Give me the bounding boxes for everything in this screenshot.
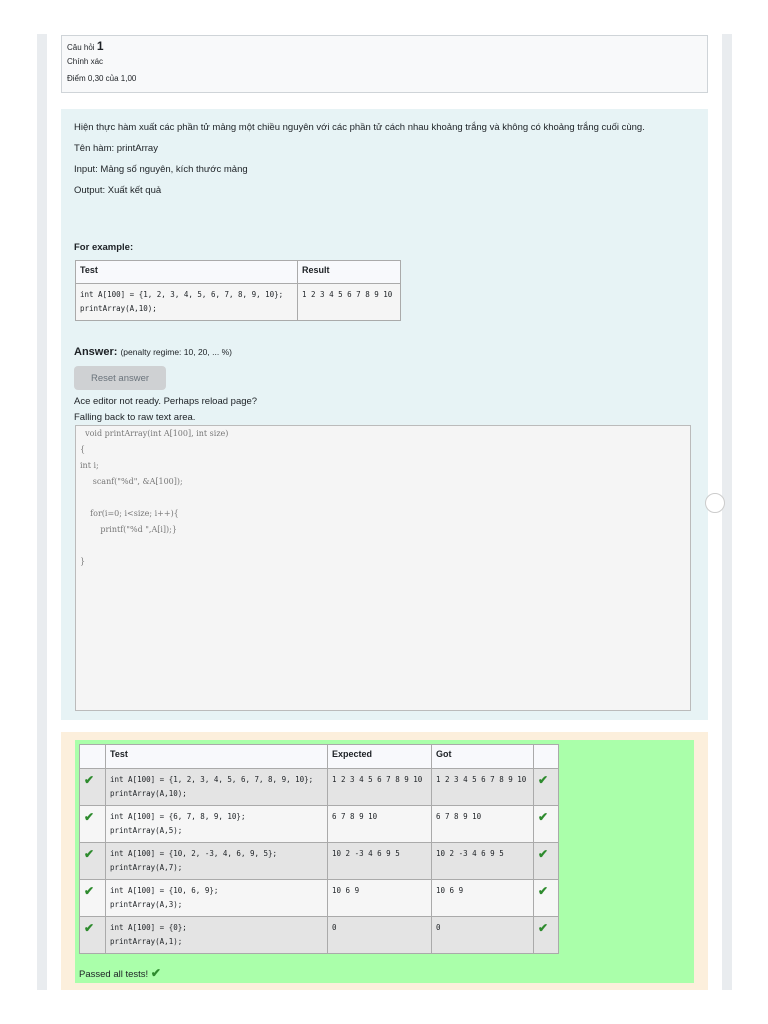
test-result-row: ✔ int A[100] = {10, 2, -3, 4, 6, 9, 5}; p…: [79, 842, 559, 880]
got-output: 0: [431, 916, 534, 954]
function-name: Tên hàm: printArray: [74, 143, 158, 154]
passed-message: Passed all tests! ✔: [79, 966, 161, 980]
header-status: [79, 744, 106, 769]
example-row: int A[100] = {1, 2, 3, 4, 5, 6, 7, 8, 9,…: [75, 283, 401, 321]
check-icon: ✔: [79, 805, 106, 843]
test-code: int A[100] = {10, 2, -3, 4, 6, 9, 5}; pr…: [105, 842, 328, 880]
ace-editor-message: Ace editor not ready. Perhaps reload pag…: [74, 396, 258, 407]
question-content: Hiện thực hàm xuất các phần tử mảng một …: [61, 109, 708, 720]
check-icon: ✔: [79, 916, 106, 954]
test-result-row: ✔ int A[100] = {6, 7, 8, 9, 10}; printArr…: [79, 805, 559, 843]
test-result-row: ✔ int A[100] = {10, 6, 9}; printArray(A,3…: [79, 879, 559, 917]
example-table: Test Result int A[100] = {1, 2, 3, 4, 5, …: [75, 260, 401, 321]
expected-output: 10 2 -3 4 6 9 5: [327, 842, 432, 880]
answer-code-textarea[interactable]: [75, 425, 691, 711]
question-info: Câu hỏi 1 Chính xác Điểm 0,30 của 1,00: [61, 35, 708, 93]
check-icon: ✔: [533, 842, 559, 880]
for-example-heading: For example:: [74, 242, 134, 253]
got-output: 10 6 9: [431, 879, 534, 917]
fallback-message: Falling back to raw text area.: [74, 412, 196, 423]
passed-text: Passed all tests!: [79, 969, 149, 980]
output-description: Output: Xuất kết quả: [74, 185, 162, 196]
check-icon: ✔: [533, 879, 559, 917]
header-test: Test: [105, 744, 328, 769]
got-output: 6 7 8 9 10: [431, 805, 534, 843]
expected-output: 0: [327, 916, 432, 954]
example-result: 1 2 3 4 5 6 7 8 9 10: [297, 283, 401, 321]
check-icon: ✔: [150, 966, 161, 980]
test-code: int A[100] = {0}; printArray(A,1);: [105, 916, 328, 954]
question-label: Câu hỏi: [67, 43, 95, 52]
scroll-handle[interactable]: [705, 493, 725, 513]
question-grade: Điểm 0,30 của 1,00: [67, 74, 137, 83]
expected-output: 1 2 3 4 5 6 7 8 9 10: [327, 768, 432, 806]
input-description: Input: Mảng số nguyên, kích thước mảng: [74, 164, 248, 175]
check-icon: ✔: [533, 916, 559, 954]
test-code: int A[100] = {1, 2, 3, 4, 5, 6, 7, 8, 9,…: [105, 768, 328, 806]
got-output: 1 2 3 4 5 6 7 8 9 10: [431, 768, 534, 806]
question-description: Hiện thực hàm xuất các phần tử mảng một …: [74, 122, 645, 133]
header-expected: Expected: [327, 744, 432, 769]
test-result-row: ✔ int A[100] = {1, 2, 3, 4, 5, 6, 7, 8, 9…: [79, 768, 559, 806]
reset-answer-button[interactable]: Reset answer: [74, 366, 166, 390]
check-icon: ✔: [79, 768, 106, 806]
example-header-result: Result: [297, 260, 401, 284]
test-results-panel: Test Expected Got ✔ int A[100] = {1, 2, 3…: [75, 740, 694, 983]
expected-output: 10 6 9: [327, 879, 432, 917]
answer-label: Answer:: [74, 346, 118, 358]
question-status: Chính xác: [67, 57, 104, 66]
question-number: 1: [96, 39, 104, 53]
check-icon: ✔: [79, 842, 106, 880]
got-output: 10 2 -3 4 6 9 5: [431, 842, 534, 880]
test-results-table: Test Expected Got ✔ int A[100] = {1, 2, 3…: [79, 744, 559, 954]
header-got: Got: [431, 744, 534, 769]
right-border: [722, 34, 732, 990]
check-icon: ✔: [533, 768, 559, 806]
example-test: int A[100] = {1, 2, 3, 4, 5, 6, 7, 8, 9,…: [75, 283, 298, 321]
test-result-row: ✔ int A[100] = {0}; printArray(A,1); 0 0 ✔: [79, 916, 559, 954]
test-code: int A[100] = {6, 7, 8, 9, 10}; printArra…: [105, 805, 328, 843]
penalty-regime: (penalty regime: 10, 20, ... %): [120, 347, 232, 357]
test-code: int A[100] = {10, 6, 9}; printArray(A,3)…: [105, 879, 328, 917]
left-border: [37, 34, 47, 990]
answer-heading: Answer: (penalty regime: 10, 20, ... %): [74, 346, 232, 358]
feedback-area: Test Expected Got ✔ int A[100] = {1, 2, 3…: [61, 732, 708, 990]
expected-output: 6 7 8 9 10: [327, 805, 432, 843]
check-icon: ✔: [79, 879, 106, 917]
check-icon: ✔: [533, 805, 559, 843]
header-mark: [533, 744, 559, 769]
example-header-test: Test: [75, 260, 298, 284]
